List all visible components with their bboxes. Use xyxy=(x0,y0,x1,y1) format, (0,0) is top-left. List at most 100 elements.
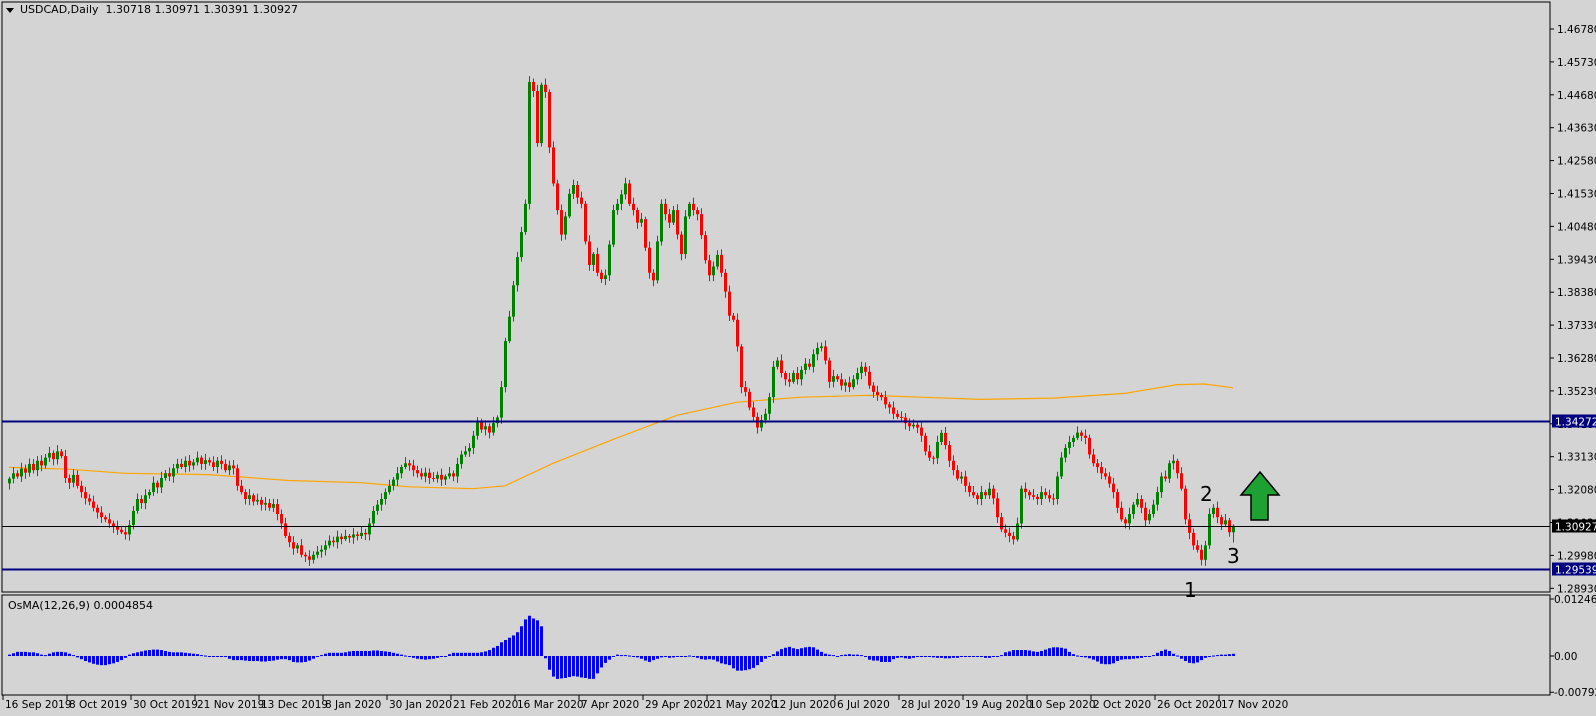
chart-canvas[interactable]: 1.46780 1.45730 1.44680 1.43630 1.42580 1.415… xyxy=(0,0,1596,716)
candle-body xyxy=(1036,496,1039,499)
bear-candle xyxy=(452,470,455,482)
bear-candle xyxy=(260,496,263,511)
chart-header: USDCAD,Daily 1.30718 1.30971 1.30391 1.3… xyxy=(6,3,298,16)
osma-bar xyxy=(228,656,231,659)
osma-bar xyxy=(56,651,59,656)
osma-bar xyxy=(1056,647,1059,656)
candle-body xyxy=(32,463,35,471)
candle-body xyxy=(1112,483,1115,493)
osma-bar xyxy=(180,652,183,656)
bull-candle xyxy=(164,470,167,481)
bear-candle xyxy=(1008,527,1011,543)
candle-body xyxy=(508,316,511,342)
candle-body xyxy=(1080,432,1083,436)
osma-bar xyxy=(696,656,699,658)
bear-candle xyxy=(24,464,27,479)
bear-candle xyxy=(596,247,599,277)
candle-body xyxy=(608,244,611,276)
bull-candle xyxy=(804,358,807,375)
bear-candle xyxy=(876,385,879,401)
bear-candle xyxy=(668,208,671,229)
candle-body xyxy=(96,507,99,513)
bear-candle xyxy=(732,313,735,322)
osma-bar xyxy=(1040,650,1043,656)
bull-candle xyxy=(1040,486,1043,505)
bull-candle xyxy=(424,467,427,483)
candle-body xyxy=(424,472,427,477)
osma-bar xyxy=(188,653,191,656)
price-axis-label: 1.33130 xyxy=(1557,452,1596,464)
osma-bar xyxy=(1204,656,1207,658)
osma-histogram xyxy=(8,615,1235,679)
bear-candle xyxy=(788,373,791,387)
osma-bar xyxy=(196,654,199,656)
osma-bar xyxy=(104,656,107,666)
candle-body xyxy=(444,476,447,480)
bear-candle xyxy=(236,464,239,491)
osma-bar xyxy=(1184,656,1187,662)
candle-body xyxy=(232,465,235,469)
bull-candle xyxy=(1208,508,1211,550)
price-axis-label: 1.45730 xyxy=(1557,57,1596,69)
osma-bar xyxy=(468,652,471,656)
osma-bar xyxy=(992,656,995,657)
bear-candle xyxy=(356,531,359,541)
candle-body xyxy=(960,476,963,479)
bear-candle xyxy=(984,489,987,499)
osma-bar xyxy=(320,655,323,657)
osma-bar xyxy=(756,656,759,666)
candle-body xyxy=(1016,523,1019,540)
bear-candle xyxy=(532,78,535,98)
bear-candle xyxy=(932,455,935,465)
candle-body xyxy=(604,275,607,280)
bear-candle xyxy=(888,401,891,414)
bear-candle xyxy=(200,455,203,470)
bear-candle xyxy=(908,418,911,432)
candle-body xyxy=(764,413,767,421)
candle-body xyxy=(984,492,987,496)
bear-candle xyxy=(32,458,35,474)
osma-bar xyxy=(800,648,803,656)
date-axis-label: 8 Jan 2020 xyxy=(325,699,381,711)
bull-candle xyxy=(524,199,527,235)
bear-candle xyxy=(276,498,279,521)
candle-body xyxy=(808,363,811,367)
osma-bar xyxy=(464,652,467,656)
candle-body xyxy=(16,473,19,477)
bear-candle xyxy=(108,513,111,528)
osma-bar xyxy=(416,656,419,659)
dropdown-triangle-icon[interactable] xyxy=(6,7,14,13)
bear-candle xyxy=(1192,528,1195,550)
candle-body xyxy=(688,203,691,217)
price-label-text: 1.30927 xyxy=(1555,522,1596,534)
bear-candle xyxy=(340,533,343,545)
bull-candle xyxy=(264,497,267,511)
osma-bar xyxy=(660,656,663,658)
candle-body xyxy=(580,197,583,204)
osma-bar xyxy=(768,656,771,657)
bull-candle xyxy=(672,205,675,225)
bull-candle xyxy=(28,458,31,477)
price-axis-label: 1.43630 xyxy=(1557,123,1596,135)
candle-body xyxy=(160,478,163,488)
osma-bar xyxy=(364,650,367,656)
candle-body xyxy=(428,472,431,479)
osma-bar xyxy=(812,647,815,656)
candle-body xyxy=(664,203,667,215)
bear-candle xyxy=(332,536,335,547)
bear-candle xyxy=(88,494,91,506)
osma-bar xyxy=(348,651,351,656)
osma-value: 0.0004854 xyxy=(93,599,153,612)
candle-body xyxy=(724,272,727,292)
bull-candle xyxy=(812,349,815,373)
date-axis-label: 13 Dec 2019 xyxy=(261,699,328,711)
osma-bar xyxy=(284,656,287,660)
osma-bar xyxy=(440,656,443,657)
candle-body xyxy=(212,462,215,468)
osma-bar xyxy=(244,656,247,661)
osma-bar xyxy=(712,656,715,660)
osma-bar xyxy=(176,652,179,656)
candle-body xyxy=(1164,476,1167,479)
candle-body xyxy=(252,495,255,502)
osma-bar xyxy=(1108,656,1111,665)
